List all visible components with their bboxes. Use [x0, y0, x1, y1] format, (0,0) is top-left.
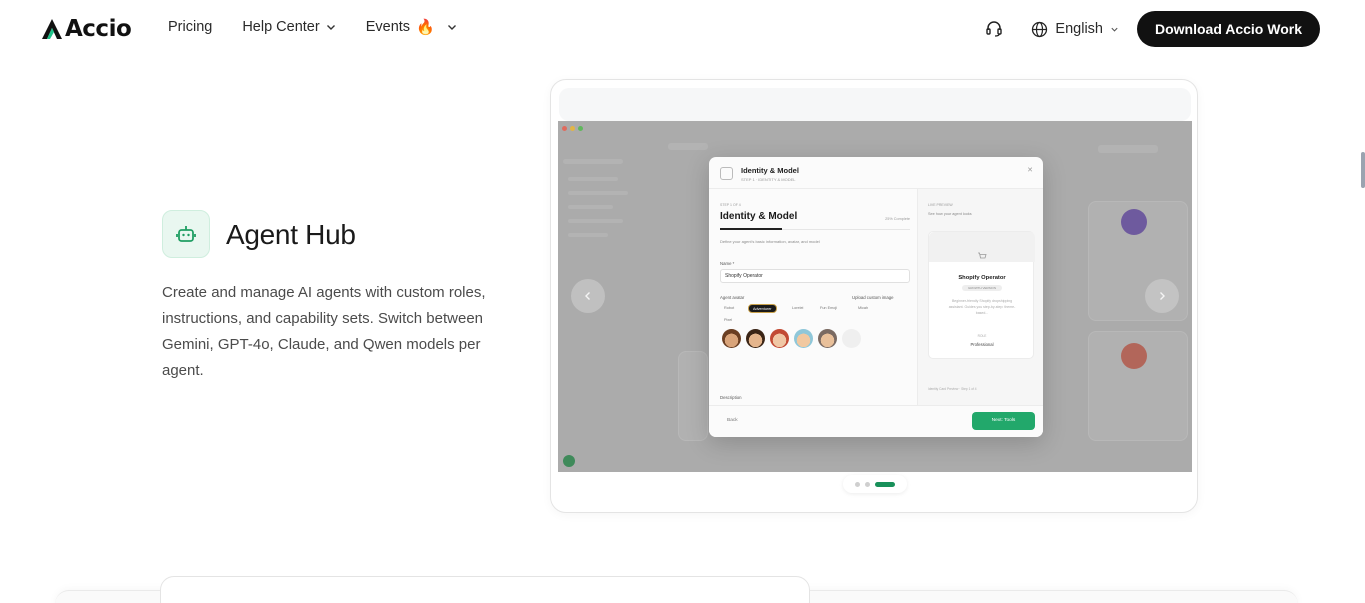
- ghost-agent-card: [678, 351, 708, 441]
- name-field[interactable]: Shopify Operator: [720, 269, 910, 283]
- chevron-down-icon: [1111, 27, 1118, 32]
- preview-badge: GROWTH VERSION: [962, 285, 1002, 291]
- ghost-button: [1098, 145, 1158, 153]
- preview-label: LIVE PREVIEW: [928, 203, 953, 207]
- download-button[interactable]: Download Accio Work: [1136, 11, 1320, 47]
- accio-logo-icon: [42, 19, 62, 39]
- globe-icon: [1032, 21, 1048, 37]
- showcase-top-bar: [559, 88, 1191, 121]
- carousel-prev-button[interactable]: [571, 279, 605, 313]
- agent-setup-modal: Identity & Model STEP 1 · IDENTITY & MOD…: [709, 157, 1043, 437]
- carousel-dot[interactable]: [855, 481, 860, 487]
- close-dot: [562, 126, 567, 131]
- minimize-dot: [570, 126, 575, 131]
- nav-help-center-label: Help Center: [242, 19, 320, 35]
- ghost-avatar: [1121, 343, 1147, 369]
- avatar-option[interactable]: [770, 329, 789, 348]
- carousel-pagination: [843, 475, 907, 493]
- ghost-sidebar-line: [568, 177, 618, 181]
- showcase-card: Identity & Model STEP 1 · IDENTITY & MOD…: [550, 79, 1198, 513]
- preview-agent-name: Shopify Operator: [958, 275, 1006, 281]
- preview-role: Professional: [970, 342, 994, 347]
- avatar-option[interactable]: [722, 329, 741, 348]
- window-controls: [562, 126, 583, 131]
- preview-description: Beginner-friendly Shopify dropshipping a…: [948, 299, 1016, 315]
- ghost-sidebar-line: [568, 191, 628, 195]
- ghost-user-avatar: [563, 455, 575, 467]
- nav-links: Pricing Help Center Events 🔥: [168, 19, 457, 35]
- next-button[interactable]: Next: Tools: [972, 412, 1035, 430]
- maximize-dot: [578, 126, 583, 131]
- avatar-option[interactable]: [794, 329, 813, 348]
- ghost-sidebar-line: [568, 219, 623, 223]
- logo-text: Accio: [65, 16, 132, 42]
- nav-events[interactable]: Events 🔥: [366, 19, 457, 35]
- feature-title: Agent Hub: [226, 219, 356, 250]
- chevron-down-icon: [447, 25, 456, 30]
- top-nav: Accio Pricing Help Center Events 🔥 Engli…: [0, 0, 1365, 58]
- step-intro: Define your agent's basic information, a…: [720, 239, 820, 244]
- live-preview-panel: LIVE PREVIEW See how your agent looks Sh…: [917, 189, 1043, 405]
- headset-icon: [986, 21, 1003, 37]
- fire-icon: 🔥: [416, 18, 435, 36]
- ghost-heading: [668, 143, 708, 150]
- avatar-option[interactable]: [746, 329, 765, 348]
- more-avatars-option[interactable]: [842, 329, 861, 348]
- step-progress: 25% Complete: [885, 217, 910, 221]
- preview-agent-card: Shopify Operator GROWTH VERSION Beginner…: [928, 231, 1035, 359]
- description-label: Description: [720, 395, 742, 400]
- nav-right: English Download Accio Work: [983, 11, 1320, 47]
- robot-icon: [720, 167, 733, 180]
- support-button[interactable]: [983, 18, 1005, 40]
- language-label: English: [1055, 21, 1103, 37]
- avatar-style-chip[interactable]: Micah: [854, 304, 872, 313]
- avatar-style-chip[interactable]: Fun Emoji: [816, 304, 841, 313]
- preview-footnote: Identity Card Preview · Step 1 of 4: [928, 387, 977, 391]
- avatar-style-chip[interactable]: Robot: [720, 304, 738, 313]
- step-title: Identity & Model: [720, 211, 798, 222]
- carousel-next-button[interactable]: [1145, 279, 1179, 313]
- carousel-dot-active[interactable]: [875, 481, 895, 487]
- modal-form: STEP 1 OF 4 Identity & Model 25% Complet…: [720, 189, 910, 427]
- nav-pricing-label: Pricing: [168, 19, 213, 35]
- ghost-sidebar-line: [563, 159, 623, 164]
- modal-footer: Back Next: Tools: [709, 405, 1043, 437]
- chevron-left-icon: [585, 292, 590, 300]
- avatar-style-chip[interactable]: Lorelei: [788, 304, 807, 313]
- nav-pricing[interactable]: Pricing: [168, 19, 212, 35]
- step-label: STEP 1 OF 4: [720, 203, 741, 207]
- step-divider-active: [720, 228, 782, 230]
- close-icon[interactable]: ✕: [1027, 166, 1033, 174]
- preview-subtitle: See how your agent looks: [928, 212, 972, 216]
- back-button[interactable]: Back: [727, 418, 738, 423]
- page: Accio Pricing Help Center Events 🔥 Engli…: [0, 0, 1365, 603]
- nav-help-center[interactable]: Help Center: [242, 19, 335, 35]
- avatar-style-chip-active[interactable]: Adventurer: [748, 304, 777, 313]
- next-section-card: [160, 576, 810, 603]
- preview-role-label: ROLE: [977, 334, 987, 338]
- ghost-sidebar-line: [568, 233, 608, 237]
- chevron-down-icon: [326, 25, 335, 30]
- chevron-right-icon: [1160, 292, 1165, 300]
- upload-image-link[interactable]: Upload custom image: [852, 295, 894, 300]
- robot-icon: [162, 210, 210, 258]
- feature-description: Create and manage AI agents with custom …: [162, 284, 486, 379]
- modal-subtitle: STEP 1 · IDENTITY & MODEL: [741, 177, 796, 182]
- ghost-sidebar-line: [568, 205, 613, 209]
- modal-title: Identity & Model: [741, 166, 799, 175]
- modal-header: Identity & Model STEP 1 · IDENTITY & MOD…: [709, 157, 1043, 189]
- screenshot-viewport: Identity & Model STEP 1 · IDENTITY & MOD…: [558, 121, 1192, 472]
- nav-events-label: Events: [365, 19, 411, 35]
- avatar-option[interactable]: [818, 329, 837, 348]
- name-label: Name *: [720, 261, 735, 266]
- carousel-dot[interactable]: [865, 481, 870, 487]
- scrollbar-thumb[interactable]: [1361, 152, 1365, 188]
- avatar-label: Agent avatar: [720, 295, 745, 300]
- cart-icon: [978, 252, 987, 259]
- accio-logo[interactable]: Accio: [40, 14, 132, 44]
- language-selector[interactable]: English: [1031, 21, 1119, 38]
- avatar-style-chip[interactable]: Pixel: [720, 316, 736, 325]
- ghost-avatar: [1121, 209, 1147, 235]
